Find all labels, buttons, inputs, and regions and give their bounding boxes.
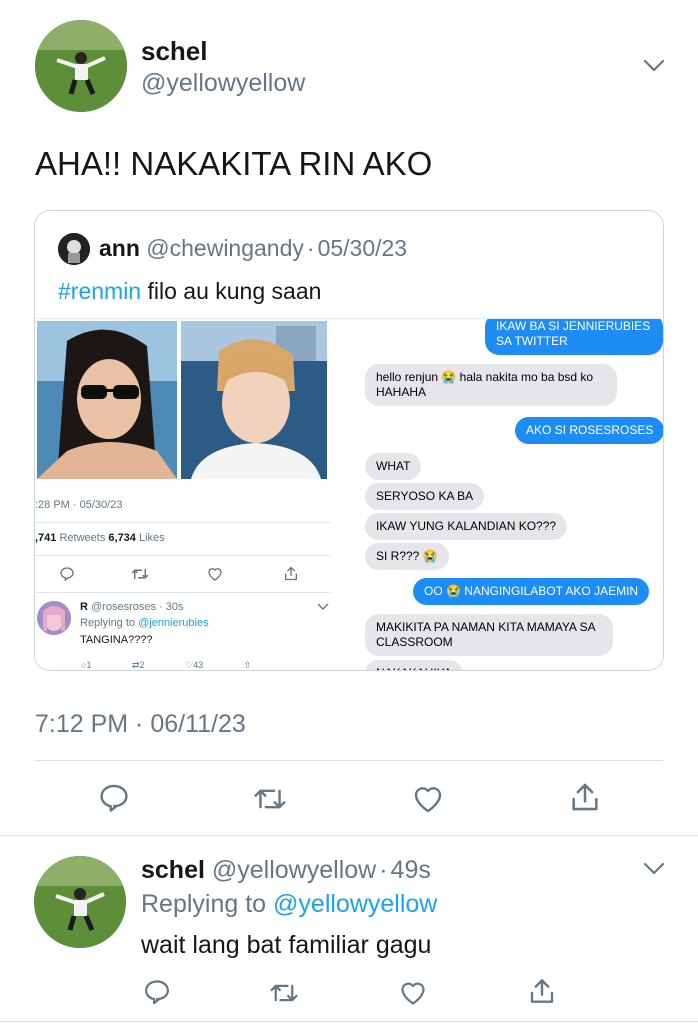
- author-name[interactable]: schel: [141, 36, 208, 67]
- inner-reply-header: R @rosesroses · 30s: [80, 601, 184, 613]
- inner-reply-handle: @rosesroses · 30s: [91, 601, 184, 613]
- chat-bubble-received-1: hello renjun 😭 hala nakita mo ba bsd ko …: [365, 364, 617, 406]
- reply-icon[interactable]: [98, 782, 130, 814]
- inner-replying-handle: @jennierubies: [138, 617, 209, 629]
- reply-author-handle[interactable]: @yellowyellow: [212, 856, 376, 884]
- inner-like-count-icon: ♡: [185, 660, 194, 670]
- photo-girl: [37, 321, 177, 479]
- inner-reply-count: 1: [86, 660, 92, 670]
- inner-tweet-stats: ,741 Retweets 6,734 Likes: [35, 532, 165, 544]
- reply-share-icon[interactable]: [527, 976, 557, 1006]
- inner-share-icon: [283, 565, 299, 582]
- retweet-icon[interactable]: [252, 784, 288, 814]
- inner-replying-prefix: Replying to: [80, 617, 139, 629]
- inner-retweets-count: ,741: [35, 532, 57, 544]
- reply-header: schel @yellowyellow · 49s: [141, 856, 431, 885]
- inner-reply-text: TANGINA????: [80, 634, 153, 646]
- reply-reply-icon[interactable]: [143, 978, 171, 1006]
- chat-bubble-received-6: MAKIKITA PA NAMAN KITA MAMAYA SA CLASSRO…: [365, 614, 613, 656]
- replying-to-handle[interactable]: @yellowyellow: [273, 890, 437, 918]
- hashtag-link[interactable]: #renmin: [58, 278, 141, 304]
- inner-retweet-icon: [131, 566, 149, 582]
- quoted-author-handle[interactable]: @chewingandy: [146, 235, 304, 261]
- inner-reply-icon: [59, 566, 75, 582]
- photo-boy: [181, 321, 327, 479]
- media-right-chat: IKAW BA SI JENNIERUBIES SA TWITTER hello…: [335, 319, 663, 670]
- reply-text: wait lang bat familiar gagu: [141, 931, 432, 959]
- quoted-date: 05/30/23: [317, 235, 408, 261]
- reply-author-name[interactable]: schel: [141, 856, 205, 884]
- quoted-tweet-card[interactable]: ann @chewingandy · 05/30/23 #renmin filo a…: [34, 210, 664, 671]
- replying-to-prefix: Replying to: [141, 890, 274, 918]
- chat-bubble-received-7: NAKAKAHIYA: [365, 660, 463, 670]
- quoted-media[interactable]: :28 PM · 05/30/23 ,741 Retweets 6,734 Li…: [35, 318, 663, 670]
- share-icon[interactable]: [568, 780, 602, 814]
- quoted-text: #renmin filo au kung saan: [58, 278, 321, 305]
- chat-bubble-received-3: SERYOSO KA BA: [365, 483, 485, 510]
- tweet-timestamp: 7:12 PM · 06/11/23: [35, 710, 246, 738]
- inner-reply-avatar: [37, 601, 71, 635]
- author-avatar[interactable]: [35, 20, 127, 112]
- quoted-body: filo au kung saan: [141, 278, 322, 304]
- inner-like-icon: [207, 566, 223, 582]
- quoted-author-avatar: [58, 233, 90, 265]
- inner-retweets-label: Retweets: [56, 532, 109, 544]
- inner-replying-to: Replying to @jennierubies: [80, 617, 209, 629]
- replying-to: Replying to @yellowyellow: [141, 890, 437, 919]
- divider-1: [35, 760, 663, 761]
- like-icon[interactable]: [412, 783, 444, 815]
- quoted-separator: ·: [306, 235, 315, 261]
- chat-bubble-received-5: SI R??? 😭: [365, 543, 449, 570]
- reply-like-icon[interactable]: [399, 979, 427, 1007]
- inner-like-count: 43: [193, 660, 204, 670]
- chevron-down-icon[interactable]: [642, 57, 666, 75]
- chat-bubble-received-4: IKAW YUNG KALANDIAN KO???: [365, 513, 568, 540]
- reply-retweet-icon[interactable]: [268, 980, 300, 1006]
- reply-author-avatar[interactable]: [34, 856, 126, 948]
- divider-2: [0, 835, 698, 836]
- inner-rt-count: 2: [139, 660, 145, 670]
- inner-reply-actions: ○1 ⇄2 ♡43 ⇧: [81, 660, 252, 670]
- inner-tweet-time: :28 PM · 05/30/23: [35, 499, 123, 511]
- inner-share-count-icon: ⇧: [243, 660, 252, 670]
- inner-likes-count: 6,734: [108, 532, 136, 544]
- inner-rt-count-icon: ⇄: [131, 660, 140, 670]
- quoted-header: ann @chewingandy · 05/30/23: [99, 235, 407, 262]
- divider-3: [0, 1021, 698, 1022]
- author-handle[interactable]: @yellowyellow: [141, 69, 305, 98]
- tweet-text: AHA!! NAKAKITA RIN AKO: [35, 145, 433, 182]
- quoted-author-name[interactable]: ann: [99, 235, 140, 261]
- inner-reply-name: R: [80, 601, 88, 613]
- chat-bubble-received-2: WHAT: [365, 453, 422, 480]
- media-left-screenshot: :28 PM · 05/30/23 ,741 Retweets 6,734 Li…: [35, 319, 335, 670]
- chat-bubble-sent-2: AKO SI ROSESROSES: [515, 417, 663, 444]
- inner-likes-label: Likes: [135, 532, 165, 544]
- chat-bubble-sent-3: OO 😭 NANGINGILABOT AKO JAEMIN: [413, 578, 650, 605]
- reply-chevron-down-icon[interactable]: [642, 860, 666, 878]
- inner-chevron-icon: [317, 603, 329, 611]
- chat-bubble-sent-1: IKAW BA SI JENNIERUBIES SA TWITTER: [485, 319, 663, 355]
- reply-separator: ·: [379, 856, 388, 884]
- reply-age: 49s: [390, 856, 431, 884]
